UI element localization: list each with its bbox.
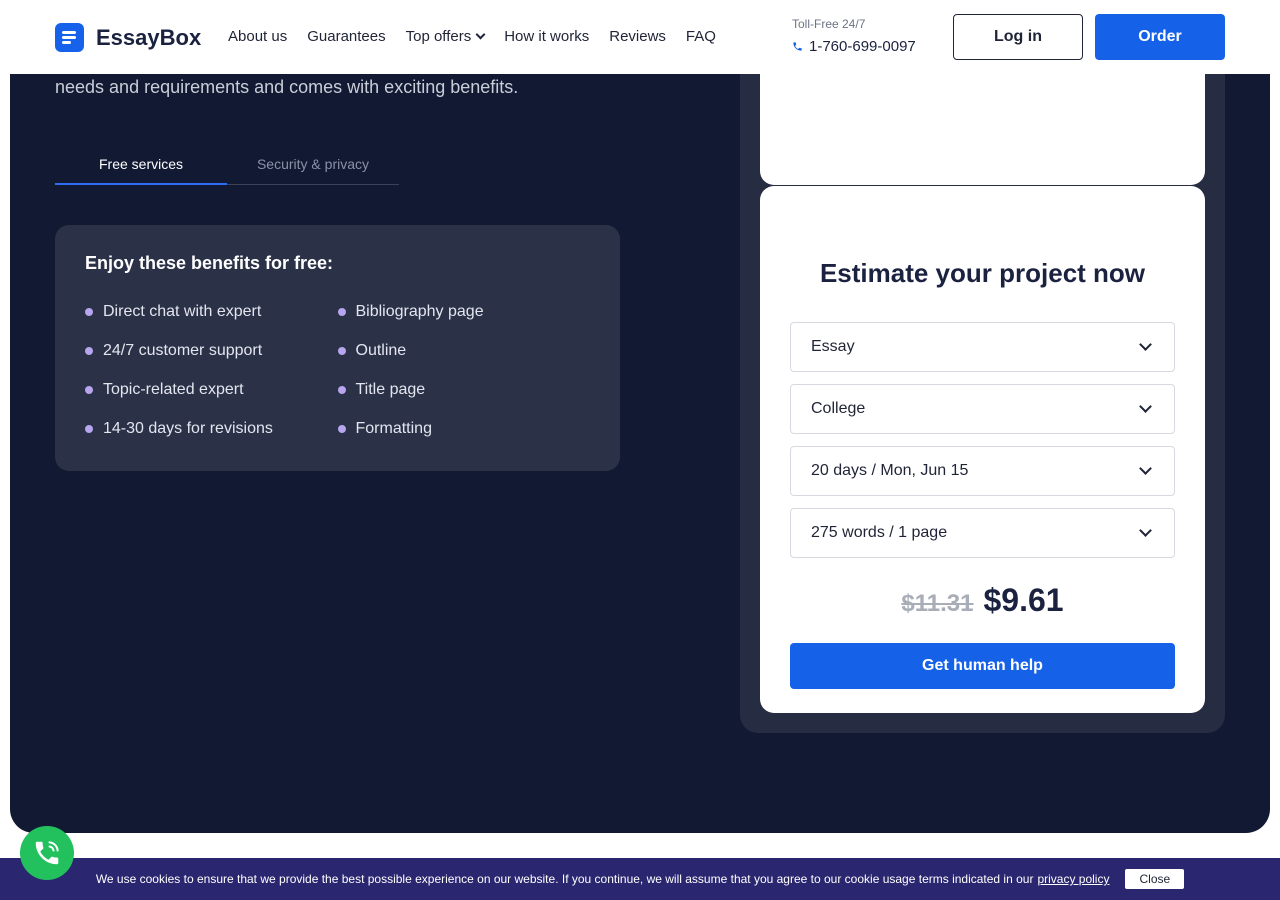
list-item: Outline — [337, 341, 591, 380]
cookie-close-button[interactable]: Close — [1125, 869, 1185, 889]
cookie-text: We use cookies to ensure that we provide… — [95, 872, 1034, 886]
privacy-policy-link[interactable]: privacy policy — [1037, 872, 1109, 886]
logo-text: EssayBox — [96, 24, 202, 50]
estimate-card: Estimate your project now Essay College … — [760, 186, 1205, 713]
price-display: $11.31 $9.61 — [760, 582, 1205, 619]
list-item: Bibliography page — [337, 302, 591, 341]
list-item: Topic-related expert — [85, 380, 338, 419]
length-select[interactable]: 275 words / 1 page — [790, 508, 1175, 558]
nav-guarantees[interactable]: Guarantees — [307, 28, 385, 45]
benefits-title: Enjoy these benefits for free: — [85, 253, 334, 273]
estimate-title: Estimate your project now — [819, 258, 1146, 288]
nav-top-offers[interactable]: Top offers — [405, 28, 486, 45]
bullet-dot — [337, 308, 346, 316]
call-button[interactable] — [20, 826, 74, 880]
logo-icon — [55, 23, 84, 52]
deadline-select[interactable]: 20 days / Mon, Jun 15 — [790, 446, 1175, 496]
benefits-list-right: Bibliography page Outline Title page For… — [337, 302, 591, 458]
nav-top-offers-label: Top offers — [405, 28, 472, 45]
login-button[interactable]: Log in — [953, 14, 1083, 60]
phone-icon — [793, 42, 802, 51]
chevron-down-icon — [475, 29, 486, 40]
chevron-down-icon — [1139, 338, 1152, 351]
old-price: $11.31 — [901, 590, 974, 617]
chevron-down-icon — [1139, 400, 1152, 413]
paper-type-value: Essay — [811, 338, 855, 355]
deadline-value: 20 days / Mon, Jun 15 — [811, 462, 969, 479]
academic-level-value: College — [811, 400, 866, 417]
chevron-down-icon — [1139, 524, 1152, 537]
nav-how-it-works[interactable]: How it works — [504, 28, 589, 45]
phone-link[interactable]: 1-760-699-0097 — [792, 38, 916, 55]
benefit-tabs: Free services Security & privacy — [55, 150, 399, 185]
tab-free-services[interactable]: Free services — [55, 150, 227, 185]
paper-type-select[interactable]: Essay — [790, 322, 1175, 372]
list-item: Direct chat with expert — [85, 302, 338, 341]
benefits-card: Enjoy these benefits for free: Direct ch… — [55, 225, 620, 471]
benefits-list-left: Direct chat with expert 24/7 customer su… — [85, 302, 338, 458]
main-nav: About us Guarantees Top offers How it wo… — [228, 28, 716, 45]
site-header: EssayBox About us Guarantees Top offers … — [0, 0, 1280, 74]
phone-block: Toll-Free 24/7 1-760-699-0097 — [792, 17, 916, 55]
order-button[interactable]: Order — [1095, 14, 1225, 60]
page: needs and requirements and comes with ex… — [0, 0, 1280, 900]
phone-number: 1-760-699-0097 — [809, 38, 916, 55]
get-human-help-button[interactable]: Get human help — [790, 643, 1175, 689]
intro-text: needs and requirements and comes with ex… — [55, 77, 519, 97]
cookie-bar: We use cookies to ensure that we provide… — [0, 858, 1280, 900]
bullet-dot — [337, 347, 346, 355]
list-item: 14-30 days for revisions — [85, 419, 338, 458]
bullet-dot — [337, 425, 346, 433]
tab-security-privacy[interactable]: Security & privacy — [227, 150, 399, 184]
list-item: Formatting — [337, 419, 591, 458]
bullet-dot — [85, 386, 93, 394]
bullet-dot — [337, 386, 346, 394]
nav-about-us[interactable]: About us — [228, 28, 287, 45]
nav-reviews[interactable]: Reviews — [609, 28, 666, 45]
bullet-dot — [85, 347, 93, 355]
bullet-dot — [85, 308, 93, 316]
list-item: Title page — [337, 380, 591, 419]
phone-label: Toll-Free 24/7 — [792, 17, 866, 31]
nav-faq[interactable]: FAQ — [686, 28, 716, 45]
list-item: 24/7 customer support — [85, 341, 338, 380]
academic-level-select[interactable]: College — [790, 384, 1175, 434]
logo[interactable]: EssayBox — [55, 23, 201, 52]
length-value: 275 words / 1 page — [811, 524, 948, 541]
chevron-down-icon — [1139, 462, 1152, 475]
new-price: $9.61 — [983, 582, 1064, 618]
call-icon — [35, 841, 59, 865]
bullet-dot — [85, 425, 93, 433]
